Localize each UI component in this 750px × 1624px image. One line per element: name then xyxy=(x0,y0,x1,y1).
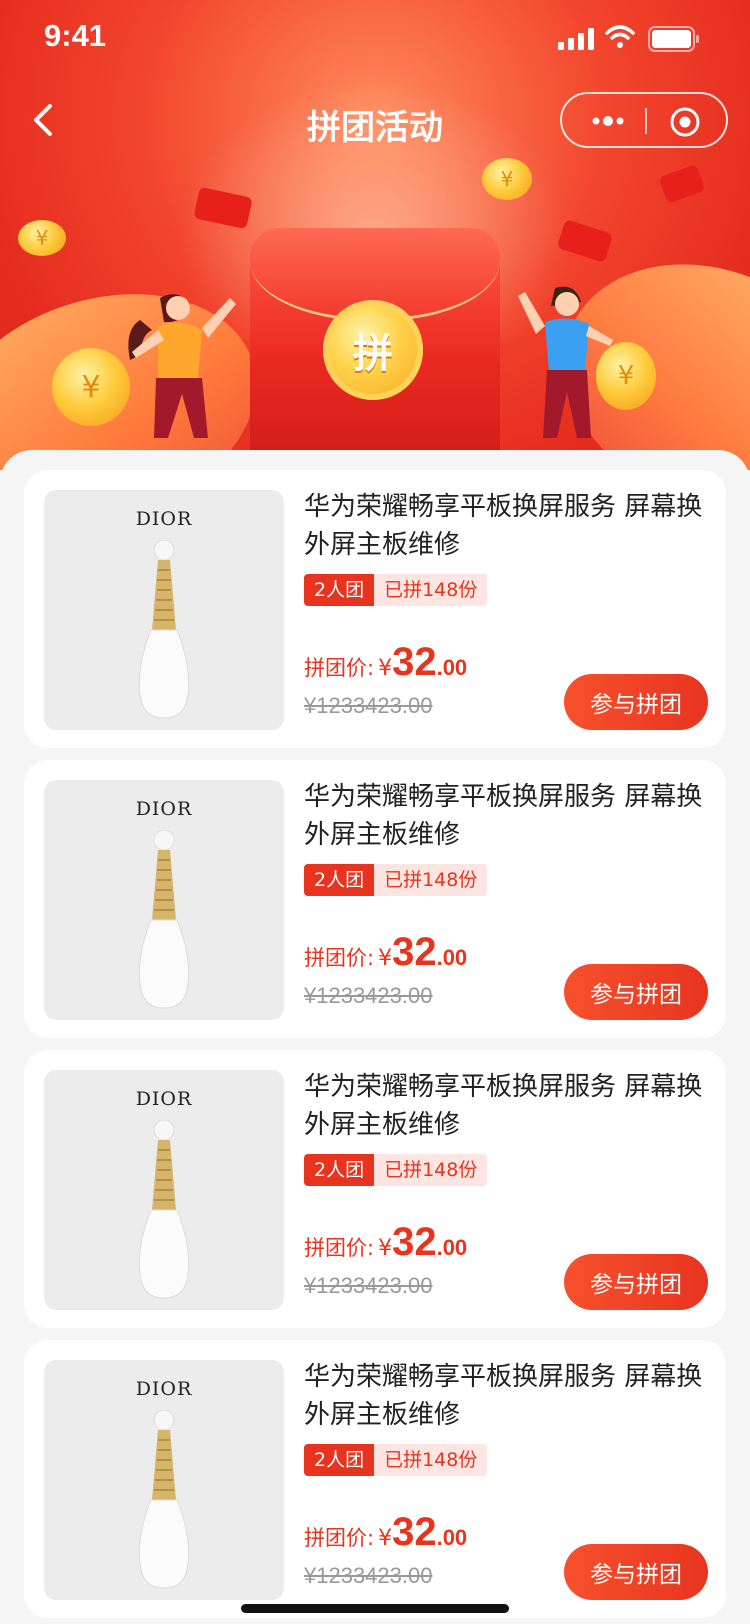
brand-logo: DIOR xyxy=(135,798,193,820)
currency-symbol: ¥ xyxy=(378,656,393,681)
product-image: DIOR xyxy=(44,780,284,1020)
brand-logo: DIOR xyxy=(135,1378,193,1400)
price-decimal: .00 xyxy=(436,655,468,680)
more-dots-icon[interactable] xyxy=(588,108,628,134)
original-price: ¥1233423.00 xyxy=(304,983,433,1008)
group-size-tag: 2人团 xyxy=(304,1444,375,1476)
price-label: 拼团价: xyxy=(304,656,375,680)
price-decimal: .00 xyxy=(436,1235,468,1260)
woman-figure xyxy=(128,294,236,438)
currency-symbol: ¥ xyxy=(378,946,393,971)
perfume-bottle-image xyxy=(138,830,190,1009)
product-card[interactable]: DIOR 华为荣耀畅享平板换屏服务 屏幕换外屏主板维修 2人团 已拼148份 拼… xyxy=(24,1340,726,1618)
cellular-signal-icon xyxy=(558,28,594,50)
join-group-button[interactable]: 参与拼团 xyxy=(564,964,708,1020)
original-price: ¥1233423.00 xyxy=(304,1563,433,1588)
sold-count-tag: 已拼148份 xyxy=(374,1444,488,1476)
battery-icon xyxy=(648,26,699,52)
currency-symbol: ¥ xyxy=(378,1526,393,1551)
price-label: 拼团价: xyxy=(304,1236,375,1260)
group-size-tag: 2人团 xyxy=(304,574,375,606)
sold-count-tag: 已拼148份 xyxy=(374,1154,488,1186)
original-price: ¥1233423.00 xyxy=(304,1273,433,1298)
group-tags: 2人团 已拼148份 xyxy=(304,574,488,606)
product-name: 华为荣耀畅享平板换屏服务 屏幕换外屏主板维修 xyxy=(304,1362,703,1430)
sold-count-tag: 已拼148份 xyxy=(374,864,488,896)
coin-icon: ¥ xyxy=(52,348,130,426)
nav-bar: 拼团活动 xyxy=(0,88,750,154)
join-group-button[interactable]: 参与拼团 xyxy=(564,1254,708,1310)
original-price: ¥1233423.00 xyxy=(304,693,433,718)
sold-count-tag: 已拼148份 xyxy=(374,574,488,606)
product-card[interactable]: DIOR 华为荣耀畅享平板换屏服务 屏幕换外屏主板维修 2人团 已拼148份 拼… xyxy=(24,760,726,1038)
mini-program-capsule xyxy=(560,92,728,148)
price-integer: 32 xyxy=(392,1220,437,1264)
currency-symbol: ¥ xyxy=(378,1236,393,1261)
coin-icon: ¥ xyxy=(482,158,532,200)
brand-logo: DIOR xyxy=(135,508,193,530)
product-image: DIOR xyxy=(44,1360,284,1600)
red-envelope-icon xyxy=(658,164,706,204)
price-integer: 32 xyxy=(392,640,437,684)
product-list: DIOR 华为荣耀畅享平板换屏服务 屏幕换外屏主板维修 2人团 已拼148份 拼… xyxy=(0,450,750,1624)
price-integer: 32 xyxy=(392,1510,437,1554)
group-price: 拼团价: ¥32.00 xyxy=(304,1220,467,1265)
price-label: 拼团价: xyxy=(304,1526,375,1550)
group-size-tag: 2人团 xyxy=(304,864,375,896)
price-decimal: .00 xyxy=(436,945,468,970)
perfume-bottle-image xyxy=(138,1120,190,1299)
group-size-tag: 2人团 xyxy=(304,1154,375,1186)
group-tags: 2人团 已拼148份 xyxy=(304,1154,488,1186)
product-card[interactable]: DIOR 华为荣耀畅享平板换屏服务 屏幕换外屏主板维修 2人团 已拼148份 拼… xyxy=(24,1050,726,1328)
home-indicator[interactable] xyxy=(241,1604,509,1613)
product-image: DIOR xyxy=(44,1070,284,1310)
join-group-button[interactable]: 参与拼团 xyxy=(564,674,708,730)
product-name: 华为荣耀畅享平板换屏服务 屏幕换外屏主板维修 xyxy=(304,492,703,560)
coin-icon: ¥ xyxy=(18,220,66,256)
group-price: 拼团价: ¥32.00 xyxy=(304,930,467,975)
man-figure xyxy=(518,286,613,438)
wifi-icon xyxy=(605,25,635,48)
product-card[interactable]: DIOR 华为荣耀畅享平板换屏服务 屏幕换外屏主板维修 2人团 已拼148份 拼… xyxy=(24,470,726,748)
product-name: 华为荣耀畅享平板换屏服务 屏幕换外屏主板维修 xyxy=(304,1072,703,1140)
perfume-bottle-image xyxy=(138,1410,190,1589)
pin-badge: 拼 xyxy=(323,300,423,400)
group-price: 拼团价: ¥32.00 xyxy=(304,1510,467,1555)
group-tags: 2人团 已拼148份 xyxy=(304,1444,488,1476)
capsule-divider xyxy=(645,108,647,134)
status-bar: 9:41 xyxy=(0,0,750,88)
target-circle-icon[interactable] xyxy=(668,105,702,139)
group-price: 拼团价: ¥32.00 xyxy=(304,640,467,685)
group-tags: 2人团 已拼148份 xyxy=(304,864,488,896)
price-integer: 32 xyxy=(392,930,437,974)
perfume-bottle-image xyxy=(138,540,190,719)
join-group-button[interactable]: 参与拼团 xyxy=(564,1544,708,1600)
brand-logo: DIOR xyxy=(135,1088,193,1110)
product-name: 华为荣耀畅享平板换屏服务 屏幕换外屏主板维修 xyxy=(304,782,703,850)
price-label: 拼团价: xyxy=(304,946,375,970)
status-time: 9:41 xyxy=(44,18,107,53)
price-decimal: .00 xyxy=(436,1525,468,1550)
product-image: DIOR xyxy=(44,490,284,730)
